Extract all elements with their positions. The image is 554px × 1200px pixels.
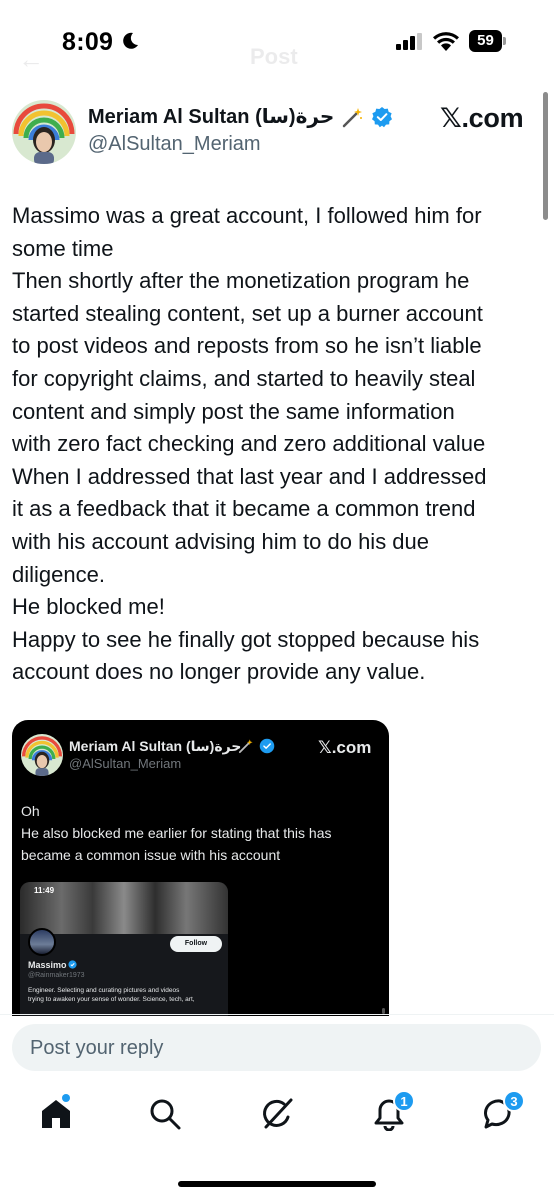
faded-post-header: ← Post bbox=[0, 36, 554, 80]
avatar-image bbox=[12, 100, 76, 164]
embed-line: became a common issue with his account bbox=[21, 847, 281, 863]
verified-badge-icon bbox=[372, 107, 392, 128]
post-line: started stealing content, set up a burne… bbox=[12, 300, 483, 326]
profile-handle: @Rainmaker1973 bbox=[28, 972, 85, 979]
embedded-screenshot[interactable]: Meriam Al Sultan (سا)حرة @AlSultan_Meria… bbox=[12, 720, 389, 1016]
follow-button: Follow bbox=[170, 936, 222, 952]
x-brand-logo: 𝕏.com bbox=[440, 103, 524, 133]
header-title: Post bbox=[250, 44, 298, 69]
profile-avatar bbox=[28, 928, 56, 956]
embed-avatar-image bbox=[21, 734, 63, 776]
bio-line: Engineer. Selecting and curating picture… bbox=[28, 987, 180, 994]
post-line: to post videos and reposts from so he is… bbox=[12, 333, 482, 359]
home-unread-dot bbox=[62, 1094, 70, 1102]
author-handle[interactable]: @AlSultan_Meriam bbox=[88, 133, 261, 156]
post-line: for copyright claims, and started to hea… bbox=[12, 365, 476, 391]
messages-badge: 3 bbox=[503, 1090, 525, 1112]
home-icon bbox=[42, 1100, 70, 1128]
bio-line: trying to awaken your sense of wonder. S… bbox=[28, 996, 195, 1003]
profile-banner-photo: 11:49 bbox=[20, 882, 228, 934]
profile-bio: Engineer. Selecting and curating picture… bbox=[28, 986, 228, 1004]
post-line: Happy to see he finally got stopped beca… bbox=[12, 626, 480, 652]
author-avatar[interactable] bbox=[12, 100, 76, 164]
nav-grok[interactable] bbox=[258, 1094, 298, 1134]
post-line: with his account advising him to do his … bbox=[12, 528, 430, 554]
magic-wand-icon bbox=[342, 108, 362, 128]
embed-line: He also blocked me earlier for stating t… bbox=[21, 825, 332, 841]
embed-x-brand-logo: 𝕏.com bbox=[318, 738, 372, 757]
nav-messages[interactable]: 3 bbox=[480, 1090, 525, 1134]
back-arrow-icon[interactable]: ← bbox=[18, 44, 44, 75]
grok-icon bbox=[263, 1098, 293, 1129]
post-text: Massimo was a great account, I followed … bbox=[12, 200, 542, 689]
scrollbar-thumb[interactable] bbox=[543, 92, 548, 220]
post-line: account does no longer provide any value… bbox=[12, 659, 426, 685]
reply-placeholder: Post your reply bbox=[30, 1037, 164, 1059]
embed-author-avatar bbox=[21, 734, 63, 776]
post-line: diligence. bbox=[12, 561, 105, 587]
author-name[interactable]: Meriam Al Sultan (سا)حرة bbox=[88, 104, 334, 129]
embed-magic-wand-icon bbox=[238, 739, 253, 754]
embed-author-handle: @AlSultan_Meriam bbox=[69, 756, 182, 771]
notifications-badge: 1 bbox=[393, 1090, 415, 1112]
post-line: content and simply post the same informa… bbox=[12, 398, 455, 424]
embed-profile-card: 11:49 Follow Massimo @Rainmaker1973 Engi… bbox=[20, 882, 228, 1016]
post-line: with zero fact checking and zero additio… bbox=[12, 431, 486, 457]
embed-verified-badge-icon bbox=[259, 738, 275, 754]
embed-author-name: Meriam Al Sultan (سا)حرة bbox=[69, 738, 242, 754]
home-indicator[interactable] bbox=[178, 1181, 376, 1187]
post-line: some time bbox=[12, 235, 114, 261]
profile-name: Massimo bbox=[28, 960, 67, 970]
nav-notifications[interactable]: 1 bbox=[369, 1090, 415, 1134]
reply-divider bbox=[0, 1014, 554, 1015]
search-icon bbox=[150, 1099, 181, 1130]
post-line: When I addressed that last year and I ad… bbox=[12, 463, 487, 489]
post-line: Massimo was a great account, I followed … bbox=[12, 203, 482, 228]
embed-post-text: Oh He also blocked me earlier for statin… bbox=[21, 800, 381, 866]
post-line: it as a feedback that it became a common… bbox=[12, 496, 476, 522]
post-line: Then shortly after the monetization prog… bbox=[12, 268, 470, 294]
embed-line: Oh bbox=[21, 803, 40, 819]
nav-search[interactable] bbox=[145, 1094, 185, 1134]
nav-home[interactable] bbox=[36, 1094, 76, 1134]
profile-verified-icon bbox=[68, 960, 77, 969]
reply-input[interactable]: Post your reply bbox=[12, 1024, 541, 1071]
post-line: He blocked me! bbox=[12, 594, 165, 620]
banner-time: 11:49 bbox=[34, 886, 55, 895]
